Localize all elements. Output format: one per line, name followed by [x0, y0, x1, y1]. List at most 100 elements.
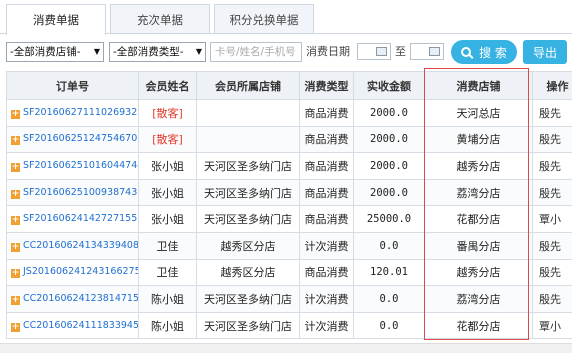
order-no-link[interactable]: CC201606241238147150 — [23, 293, 138, 304]
expand-icon[interactable]: + — [11, 269, 20, 279]
tab-recharge-orders[interactable]: 充次单据 — [110, 4, 210, 34]
order-no-link[interactable]: CC201606241343394089 — [23, 240, 138, 251]
operator-cell[interactable]: 殷先 — [532, 125, 572, 154]
operator-cell[interactable]: 殷先 — [532, 258, 572, 287]
search-input[interactable]: 卡号/姓名/手机号 — [210, 42, 302, 62]
type-cell: 商品消费 — [299, 178, 354, 207]
expand-icon[interactable]: + — [11, 136, 20, 146]
column-header-type: 消费类型 — [299, 71, 354, 100]
amount-cell: 2000.0 — [353, 152, 425, 180]
type-cell: 计次消费 — [299, 311, 354, 340]
store-cell: 越秀分店 — [424, 258, 533, 287]
table-row[interactable]: + CC201606241343394089 卫佳 越秀区分店 计次消费 0.0 番禺分店殷… — [6, 231, 572, 260]
export-button[interactable]: 导出 — [523, 40, 567, 64]
store-cell: 花都分店 — [424, 311, 533, 340]
column-header-member-store: 会员所属店铺 — [196, 71, 300, 100]
amount-cell: 2000.0 — [353, 125, 425, 154]
table-row[interactable]: + SF201606251247546708 [散客] 商品消费 2000.0 黄埔分店殷… — [6, 125, 572, 154]
type-cell: 商品消费 — [299, 99, 354, 127]
member-store-cell: 天河区圣多纳门店 — [196, 205, 300, 233]
column-header-action: 操作 — [532, 71, 572, 100]
type-cell: 计次消费 — [299, 285, 354, 313]
order-no-link[interactable]: SF201606241427271557 — [23, 213, 138, 224]
order-no-cell[interactable]: + CC201606241238147150 — [6, 285, 139, 313]
order-no-cell[interactable]: + SF201606251247546708 — [6, 125, 139, 154]
expand-icon[interactable]: + — [11, 109, 20, 119]
amount-cell: 0.0 — [353, 285, 425, 313]
order-no-link[interactable]: SF201606251247546708 — [23, 133, 138, 144]
horizontal-scrollbar[interactable] — [0, 343, 572, 353]
expand-icon[interactable]: + — [11, 322, 20, 332]
member-store-cell: 越秀区分店 — [196, 231, 300, 260]
start-date-field[interactable] — [357, 43, 391, 60]
store-cell: 荔湾分店 — [424, 178, 533, 207]
order-no-link[interactable]: SF201606251016044744 — [23, 160, 138, 171]
operator-cell[interactable]: 覃小 — [532, 311, 572, 340]
end-date-field[interactable] — [410, 43, 444, 60]
expand-icon[interactable]: + — [11, 295, 20, 305]
member-name-cell: 卫佳 — [138, 231, 197, 260]
expand-icon[interactable]: + — [11, 162, 20, 172]
column-header-amount: 实收金额 — [353, 71, 425, 100]
type-cell: 计次消费 — [299, 231, 354, 260]
member-store-cell — [196, 125, 300, 154]
filter-bar: -全部消费店铺- ▼ -全部消费类型- ▼ 卡号/姓名/手机号 消费日期 至 搜… — [6, 40, 568, 64]
amount-cell: 25000.0 — [353, 205, 425, 233]
member-store-cell: 天河区圣多纳门店 — [196, 285, 300, 313]
table-row[interactable]: + SF201606251016044744 张小姐 天河区圣多纳门店 商品消费 2000… — [6, 152, 572, 180]
order-no-cell[interactable]: + CC201606241343394089 — [6, 231, 139, 260]
table-row[interactable]: + SF201606241427271557 张小姐 天河区圣多纳门店 商品消费 2500… — [6, 205, 572, 233]
order-no-cell[interactable]: + JS201606241243166275 — [6, 258, 139, 287]
table-row[interactable]: + CC201606241118339451 陈小姐 天河区圣多纳门店 计次消费 0.0 花… — [6, 311, 572, 340]
type-cell: 商品消费 — [299, 205, 354, 233]
store-select-value: -全部消费店铺- — [10, 46, 81, 58]
order-no-cell[interactable]: + SF201606241427271557 — [6, 205, 139, 233]
order-no-link[interactable]: CC201606241118339451 — [23, 320, 138, 331]
member-name-cell: 陈小姐 — [138, 311, 197, 340]
table-row[interactable]: + SF201606271110269321 [散客] 商品消费 2000.0 天河总店殷… — [6, 99, 572, 127]
date-label: 消费日期 — [306, 45, 350, 58]
member-name-cell: [散客] — [138, 99, 197, 127]
order-no-cell[interactable]: + SF201606251016044744 — [6, 152, 139, 180]
type-select-value: -全部消费类型- — [113, 46, 184, 58]
calendar-icon — [429, 47, 440, 56]
column-header-store: 消费店铺 — [424, 71, 533, 100]
type-cell: 商品消费 — [299, 125, 354, 154]
member-name-cell: 卫佳 — [138, 258, 197, 287]
operator-cell[interactable]: 殷先 — [532, 231, 572, 260]
column-header-member-name: 会员姓名 — [138, 71, 197, 100]
operator-cell[interactable]: 殷先 — [532, 99, 572, 127]
operator-cell[interactable]: 殷先 — [532, 178, 572, 207]
expand-icon[interactable]: + — [11, 189, 20, 199]
member-store-cell: 天河区圣多纳门店 — [196, 311, 300, 340]
member-store-cell — [196, 99, 300, 127]
table-row[interactable]: + JS201606241243166275 卫佳 越秀区分店 商品消费 120.01 越秀… — [6, 258, 572, 287]
operator-cell[interactable]: 覃小 — [532, 205, 572, 233]
member-name-cell: 陈小姐 — [138, 285, 197, 313]
store-cell: 黄埔分店 — [424, 125, 533, 154]
order-no-link[interactable]: SF201606271110269321 — [23, 107, 138, 118]
expand-icon[interactable]: + — [11, 216, 20, 226]
order-no-cell[interactable]: + SF201606251009387432 — [6, 178, 139, 207]
order-no-link[interactable]: JS201606241243166275 — [23, 266, 138, 277]
table-row[interactable]: + CC201606241238147150 陈小姐 天河区圣多纳门店 计次消费 0.0 荔… — [6, 285, 572, 313]
member-name-cell: 张小姐 — [138, 152, 197, 180]
type-select[interactable]: -全部消费类型- ▼ — [109, 42, 206, 62]
orders-table: 订单号 会员姓名 会员所属店铺 消费类型 实收金额 消费店铺 操作 + SF201… — [6, 71, 572, 340]
store-select[interactable]: -全部消费店铺- ▼ — [6, 42, 104, 62]
store-cell: 番禺分店 — [424, 231, 533, 260]
tab-consumption-orders[interactable]: 消费单据 — [6, 4, 106, 35]
tab-points-exchange-orders[interactable]: 积分兑换单据 — [214, 4, 314, 34]
order-no-cell[interactable]: + SF201606271110269321 — [6, 99, 139, 127]
operator-cell[interactable]: 殷先 — [532, 285, 572, 313]
order-no-link[interactable]: SF201606251009387432 — [23, 187, 138, 198]
search-button[interactable]: 搜 索 — [451, 40, 517, 64]
amount-cell: 0.0 — [353, 311, 425, 340]
chevron-down-icon: ▼ — [195, 47, 202, 56]
operator-cell[interactable]: 殷先 — [532, 152, 572, 180]
order-no-cell[interactable]: + CC201606241118339451 — [6, 311, 139, 340]
search-button-label: 搜 索 — [479, 45, 507, 60]
table-row[interactable]: + SF201606251009387432 张小姐 天河区圣多纳门店 商品消费 2000… — [6, 178, 572, 207]
amount-cell: 2000.0 — [353, 99, 425, 127]
expand-icon[interactable]: + — [11, 242, 20, 252]
